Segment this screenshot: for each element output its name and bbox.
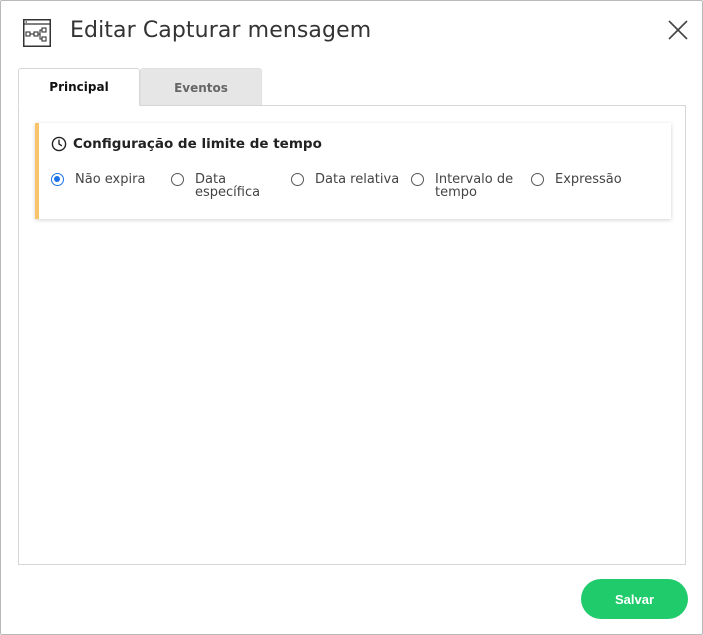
radio-data-relativa[interactable] [291, 173, 304, 186]
edit-dialog: Editar Capturar mensagem Principal Event… [0, 0, 703, 635]
dialog-title: Editar Capturar mensagem [70, 18, 372, 43]
radio-nao-expira[interactable] [51, 173, 64, 186]
tab-bar: Principal Eventos [18, 68, 262, 106]
option-data-especifica[interactable]: Data específica [171, 173, 260, 199]
close-icon[interactable] [665, 17, 691, 43]
option-label: Não expira [75, 172, 146, 187]
timeout-config-card: Configuração de limite de tempo Não expi… [35, 123, 671, 219]
option-label: Expressão [555, 172, 622, 187]
option-label: Data específica [195, 172, 261, 200]
radio-data-especifica[interactable] [171, 173, 184, 186]
option-expressao[interactable]: Expressão [531, 173, 622, 186]
radio-intervalo-de-tempo[interactable] [411, 173, 424, 186]
save-button[interactable]: Salvar [581, 579, 688, 619]
option-nao-expira[interactable]: Não expira [51, 173, 145, 186]
dialog-header: Editar Capturar mensagem [1, 1, 702, 65]
tab-content-panel: Configuração de limite de tempo Não expi… [18, 105, 686, 565]
option-intervalo-de-tempo[interactable]: Intervalo de tempo [411, 173, 513, 199]
clock-icon [51, 136, 67, 152]
workflow-diagram-icon [23, 19, 51, 47]
card-header: Configuração de limite de tempo [51, 136, 322, 152]
tab-principal[interactable]: Principal [18, 68, 140, 106]
option-label: Intervalo de tempo [435, 172, 514, 200]
tab-eventos[interactable]: Eventos [140, 68, 262, 106]
option-label: Data relativa [315, 172, 400, 187]
card-title: Configuração de limite de tempo [73, 136, 322, 152]
radio-expressao[interactable] [531, 173, 544, 186]
option-data-relativa[interactable]: Data relativa [291, 173, 399, 186]
